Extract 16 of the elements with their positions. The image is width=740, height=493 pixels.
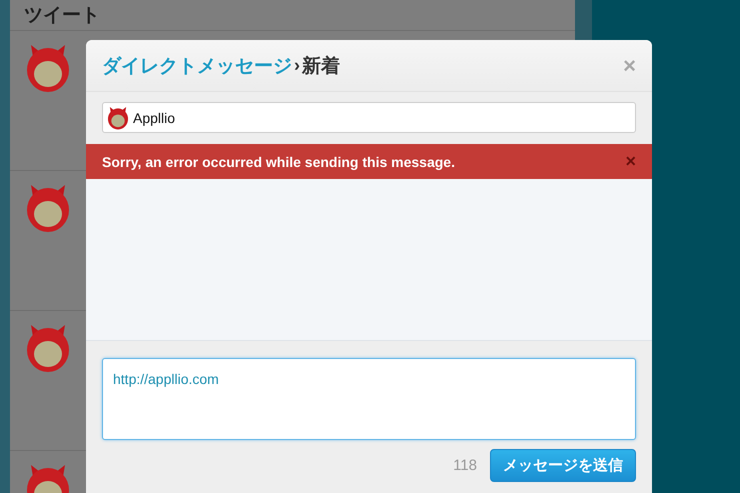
error-message: Sorry, an error occurred while sending this message. bbox=[102, 154, 456, 170]
avatar-icon bbox=[107, 106, 129, 130]
character-counter: 118 bbox=[453, 457, 477, 474]
avatar-icon bbox=[25, 323, 71, 373]
avatar-icon bbox=[25, 183, 71, 233]
close-button[interactable]: × bbox=[623, 54, 636, 76]
breadcrumb-separator: › bbox=[294, 55, 300, 76]
dialog-title: ダイレクトメッセージ bbox=[102, 54, 292, 78]
dismiss-error-button[interactable]: × bbox=[625, 151, 636, 172]
dialog-subtitle: 新着 bbox=[302, 54, 340, 78]
avatar-icon bbox=[25, 43, 71, 93]
message-field[interactable]: http://appllio.com bbox=[102, 358, 636, 440]
timeline-title: ツイート bbox=[10, 0, 575, 31]
recipient-name: Appllio bbox=[133, 110, 176, 126]
send-message-button[interactable]: メッセージを送信 bbox=[490, 449, 636, 482]
recipient-field[interactable]: Appllio bbox=[102, 102, 636, 133]
